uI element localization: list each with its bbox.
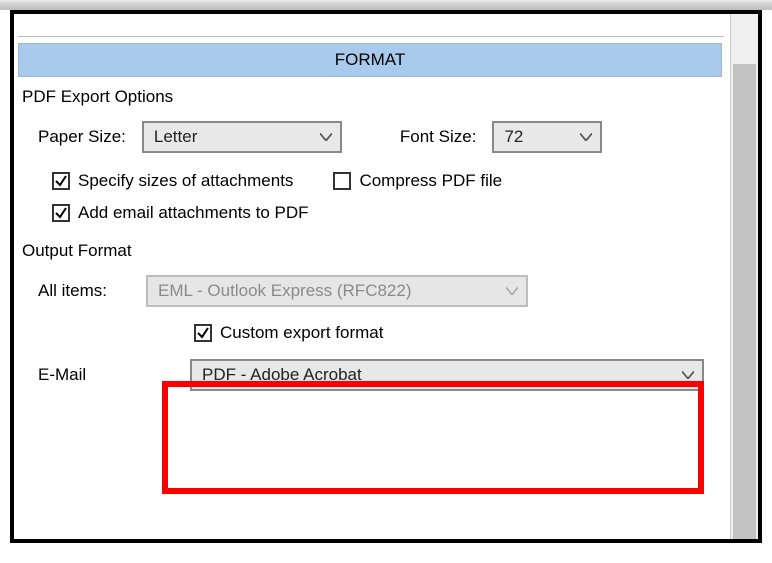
scrollbar-vertical[interactable]: [730, 14, 758, 539]
font-size-dropdown[interactable]: 72: [492, 121, 602, 153]
email-format-dropdown[interactable]: PDF - Adobe Acrobat: [190, 359, 704, 391]
checkbox-box: [52, 172, 70, 190]
all-items-dropdown: EML - Outlook Express (RFC822): [146, 275, 528, 307]
chevron-down-icon: [506, 284, 518, 298]
all-items-value: EML - Outlook Express (RFC822): [158, 281, 412, 301]
chevron-down-icon: [580, 130, 592, 144]
scrollbar-thumb[interactable]: [733, 64, 756, 543]
checkbox-box: [52, 204, 70, 222]
paper-size-label: Paper Size:: [38, 127, 126, 147]
all-items-label: All items:: [38, 281, 146, 301]
paper-size-dropdown[interactable]: Letter: [142, 121, 342, 153]
chevron-down-icon: [682, 368, 694, 382]
groupbox-label: PDF Export Options: [22, 87, 173, 107]
font-size-label: Font Size:: [400, 127, 477, 147]
custom-export-format-label: Custom export format: [220, 323, 383, 343]
groupbox-pdf-export-options: PDF Export Options Paper Size: Letter Fo…: [22, 87, 720, 223]
custom-export-format-checkbox[interactable]: Custom export format: [194, 323, 383, 343]
email-label: E-Mail: [38, 365, 162, 385]
specify-sizes-label: Specify sizes of attachments: [78, 171, 293, 191]
groupbox-output-format: Output Format All items: EML - Outlook E…: [22, 241, 720, 391]
specify-sizes-checkbox[interactable]: Specify sizes of attachments: [52, 171, 293, 191]
email-format-value: PDF - Adobe Acrobat: [202, 365, 362, 385]
section-header-format: FORMAT: [18, 43, 722, 77]
checkbox-box: [194, 324, 212, 342]
groupbox-label: Output Format: [22, 241, 132, 261]
annotation-highlight: [162, 381, 704, 494]
paper-size-value: Letter: [154, 127, 197, 147]
panel-top-divider: [18, 14, 724, 37]
section-header-label: FORMAT: [335, 50, 406, 69]
font-size-value: 72: [504, 127, 523, 147]
compress-pdf-checkbox[interactable]: Compress PDF file: [333, 171, 502, 191]
checkbox-box: [333, 172, 351, 190]
add-attachments-checkbox[interactable]: Add email attachments to PDF: [52, 203, 309, 223]
chevron-down-icon: [320, 130, 332, 144]
add-attachments-label: Add email attachments to PDF: [78, 203, 309, 223]
compress-pdf-label: Compress PDF file: [359, 171, 502, 191]
